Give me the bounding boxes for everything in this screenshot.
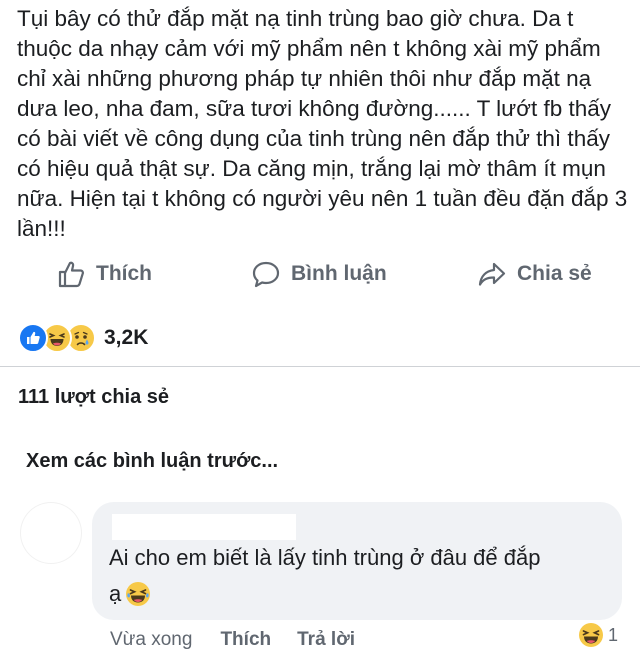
view-previous-comments-link[interactable]: Xem các bình luận trước...: [26, 450, 278, 473]
commenter-name-redacted: [112, 514, 296, 540]
share-count[interactable]: 111 lượt chia sẻ: [18, 386, 169, 409]
reaction-count: 3,2K: [104, 326, 149, 349]
comment-text: Ai cho em biết là lấy tinh trùng ở đâu đ…: [109, 540, 609, 618]
like-label: Thích: [96, 262, 152, 285]
post-action-bar: Thích Bình luận Chia sẻ: [0, 248, 640, 300]
comment-like-button[interactable]: Thích: [220, 629, 271, 651]
thumbs-up-icon: [58, 261, 84, 288]
reaction-summary[interactable]: 3,2K: [18, 318, 148, 358]
comment-reply-button[interactable]: Trả lời: [297, 629, 355, 651]
comment-reaction-summary[interactable]: 1: [578, 620, 618, 650]
haha-reaction-icon: [578, 622, 604, 648]
share-button[interactable]: Chia sẻ: [477, 248, 592, 300]
comment-bubble-icon: [252, 261, 280, 288]
share-arrow-icon: [478, 262, 506, 286]
post-body-text: Tụi bây có thử đắp mặt nạ tinh trùng bao…: [17, 6, 628, 241]
share-label: Chia sẻ: [517, 262, 592, 285]
comment-label: Bình luận: [291, 262, 387, 285]
comment-button[interactable]: Bình luận: [251, 248, 387, 300]
comment-reaction-count: 1: [608, 624, 619, 645]
commenter-avatar[interactable]: [20, 502, 82, 564]
comment-meta-row: Vừa xong Thích Trả lời: [110, 626, 381, 654]
like-reaction-icon: [18, 323, 48, 353]
comment-body: Ai cho em biết là lấy tinh trùng ở đâu đ…: [109, 545, 541, 606]
comment-timestamp: Vừa xong: [110, 629, 193, 650]
like-button[interactable]: Thích: [56, 248, 152, 300]
haha-emoji-icon: [125, 581, 151, 618]
section-divider: [0, 366, 640, 367]
